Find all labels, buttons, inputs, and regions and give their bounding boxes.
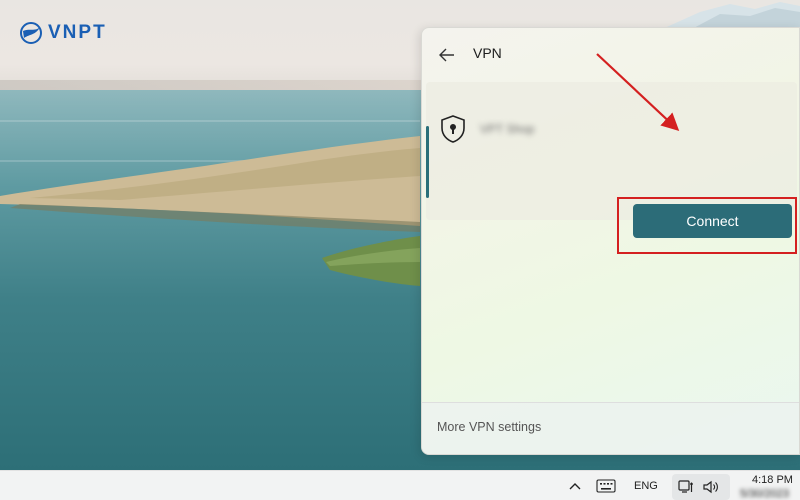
flyout-title: VPN [473, 45, 502, 61]
clock-time[interactable]: 4:18 PM [752, 474, 793, 486]
language-indicator[interactable]: ENG [634, 480, 658, 492]
shield-lock-icon [441, 115, 465, 143]
vpn-connection-name: VPT Shop [480, 122, 535, 136]
flyout-header: VPN [422, 28, 799, 80]
vpn-flyout-panel: VPN VPT Shop Connect More VPN settings [421, 27, 800, 455]
network-icon [678, 480, 693, 493]
arrow-left-icon [439, 48, 454, 62]
chevron-up-icon[interactable] [566, 478, 584, 496]
back-button[interactable] [436, 44, 458, 66]
vnpt-logo-icon [20, 22, 42, 44]
vpn-connection-item[interactable]: VPT Shop Connect [426, 82, 797, 254]
quick-settings-button[interactable] [672, 474, 730, 500]
more-vpn-settings-link[interactable]: More VPN settings [437, 420, 541, 434]
keyboard-icon[interactable] [596, 479, 616, 493]
flyout-footer: More VPN settings [422, 402, 799, 454]
selection-indicator [426, 126, 429, 198]
connect-button[interactable]: Connect [633, 204, 792, 238]
volume-icon [703, 480, 718, 494]
taskbar: ENG 4:18 PM 5/30/2023 [0, 470, 800, 500]
vnpt-logo: VNPT [20, 22, 107, 44]
vnpt-logo-text: VNPT [48, 22, 107, 43]
clock-date[interactable]: 5/30/2023 [740, 488, 789, 500]
